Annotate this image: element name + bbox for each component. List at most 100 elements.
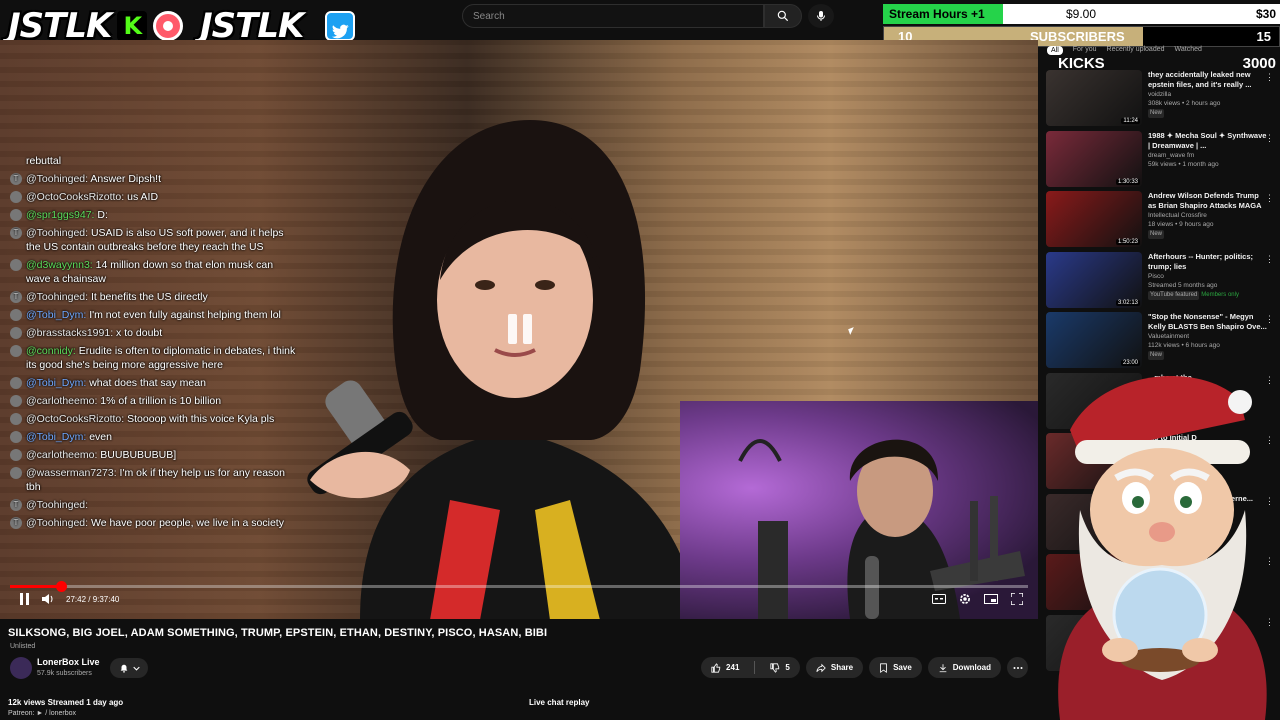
channel-name[interactable]: Valuetainment (1148, 332, 1268, 341)
video-title[interactable]: Andrew Wilson Defends Trump as Brian Sha… (1148, 191, 1268, 211)
subscribers-target: 15 (1256, 29, 1271, 44)
video-title[interactable]: Afterhours -- Hunter; politics; trump; l… (1148, 252, 1268, 272)
channel-name[interactable]: LonerBox Live (37, 657, 100, 667)
video-title[interactable]: "Stop the Nonsense" - Megyn Kelly BLASTS… (1148, 312, 1268, 332)
chat-username[interactable]: @d3wayynn3: (26, 259, 93, 271)
fullscreen-button[interactable] (1010, 592, 1024, 606)
chat-body: @OctoCooksRizotto: Stoooop with this voi… (26, 412, 274, 426)
dislike-button[interactable]: 5 (760, 657, 799, 678)
time-display: 27:42 / 9:37:40 (66, 594, 120, 604)
chat-username[interactable]: @carlotheemo: (26, 449, 97, 461)
chat-username[interactable]: @OctoCooksRizotto: (26, 413, 124, 425)
chat-message: @Tobi_Dym: I'm not even fully against he… (10, 306, 300, 324)
chat-text: us AID (127, 191, 159, 203)
video-title[interactable]: 1988 ✦ Mecha Soul ✦ Synthwave | Dreamwav… (1148, 131, 1268, 151)
chat-username[interactable]: @Tobi_Dym: (26, 309, 86, 321)
chat-body: @d3wayynn3: 14 million down so that elon… (26, 258, 300, 286)
search-icon (777, 10, 789, 22)
pause-indicator[interactable] (508, 314, 532, 344)
notification-button[interactable] (110, 658, 148, 678)
view-stats: Streamed 5 months ago (1148, 281, 1218, 289)
santa-sticker-overlay (1058, 376, 1267, 720)
more-vertical-icon[interactable]: ⋮ (1265, 314, 1274, 325)
video-info: Andrew Wilson Defends Trump as Brian Sha… (1148, 191, 1280, 252)
download-button[interactable]: Download (927, 657, 1001, 678)
video-thumbnail[interactable]: 1:50:23 (1046, 191, 1142, 247)
chat-text: Stoooop with this voice Kyla pls (127, 413, 275, 425)
volume-button[interactable] (42, 592, 56, 606)
chat-avatar: T (10, 227, 22, 239)
chat-username[interactable]: @Toohinged: (26, 517, 88, 529)
more-vertical-icon[interactable]: ⋮ (1265, 72, 1274, 83)
chat-username[interactable]: @brasstacks1991: (26, 327, 113, 339)
chat-body: @carlotheemo: 1% of a trillion is 10 bil… (26, 394, 221, 408)
search-button[interactable] (764, 4, 802, 28)
live-chat-overlay: rebuttal T @Toohinged: Answer Dipsh!t @Octo… (10, 152, 300, 532)
chip-recently-uploaded[interactable]: Recently uploaded (1107, 46, 1165, 55)
chat-username[interactable]: @OctoCooksRizotto: (26, 191, 124, 203)
save-button[interactable]: Save (869, 657, 922, 678)
live-chat-replay-header[interactable]: Live chat replay (529, 698, 1029, 707)
miniplayer-button[interactable] (984, 592, 998, 606)
video-title[interactable]: they accidentally leaked new epstein fil… (1148, 70, 1268, 90)
channel-avatar[interactable] (10, 657, 32, 679)
chat-username[interactable]: @Tobi_Dym: (26, 377, 86, 389)
chat-text: rebuttal (26, 155, 62, 167)
chat-message: @brasstacks1991: x to doubt (10, 324, 300, 342)
chat-avatar (10, 191, 22, 203)
channel-name[interactable]: Intellectual Crossfire (1148, 211, 1268, 220)
share-button[interactable]: Share (805, 657, 864, 678)
chat-avatar: T (10, 517, 22, 529)
video-badge: YouTube featured (1148, 290, 1200, 300)
chat-username[interactable]: @wasserman7273: (26, 467, 117, 479)
video-info: Afterhours -- Hunter; politics; trump; l… (1148, 252, 1280, 313)
recommended-video[interactable]: 1:50:23 Andrew Wilson Defends Trump as Br… (1046, 191, 1280, 252)
chip-watched[interactable]: Watched (1175, 46, 1202, 55)
recommended-video[interactable]: 11:24 they accidentally leaked new epstei… (1046, 70, 1280, 131)
like-button[interactable]: 241 (701, 657, 749, 678)
chat-username[interactable]: @Toohinged: (26, 173, 88, 185)
duration-badge: 11:24 (1121, 118, 1140, 124)
like-count: 241 (726, 663, 740, 672)
chat-username[interactable]: @Toohinged: (26, 227, 88, 239)
chat-body: @wasserman7273: I'm ok if they help us f… (26, 466, 300, 494)
kick-icon: K (117, 11, 148, 41)
channel-name[interactable]: dream_wave fm (1148, 151, 1268, 160)
video-thumbnail[interactable]: 3:02:13 (1046, 251, 1142, 308)
patreon-link[interactable]: Patreon: ► / lonerbox (8, 710, 518, 717)
more-vertical-icon[interactable]: ⋮ (1265, 193, 1274, 204)
video-player[interactable]: rebuttal T @Toohinged: Answer Dipsh!t @Octo… (0, 40, 1038, 619)
search-input[interactable]: Search (462, 4, 764, 28)
video-thumbnail[interactable]: 1:30:33 (1046, 130, 1142, 187)
more-vertical-icon[interactable]: ⋮ (1265, 133, 1274, 144)
chip-all[interactable]: All (1047, 46, 1063, 55)
more-vertical-icon[interactable]: ⋮ (1265, 254, 1274, 265)
chat-avatar (10, 327, 22, 339)
chat-username[interactable]: @carlotheemo: (26, 395, 97, 407)
dislike-count: 5 (785, 663, 790, 672)
chat-body: rebuttal (26, 154, 61, 168)
chat-message: T @Toohinged: (10, 496, 300, 514)
recommended-video[interactable]: 3:02:13 Afterhours -- Hunter; politics; t… (1046, 251, 1280, 313)
chat-username[interactable]: @spr1ggs947: (26, 209, 94, 221)
description-box[interactable]: 12k views Streamed 1 day ago Patreon: ► … (8, 698, 518, 720)
captions-button[interactable] (932, 592, 946, 606)
video-thumbnail[interactable]: 11:24 (1046, 70, 1142, 126)
chat-username[interactable]: @Tobi_Dym: (26, 431, 86, 443)
sidebar-filter-chips: All For you Recently uploaded Watched (1047, 46, 1202, 55)
chat-username[interactable]: @Toohinged: (26, 499, 88, 511)
recommended-video[interactable]: 1:30:33 1988 ✦ Mecha Soul ✦ Synthwave | D… (1046, 130, 1280, 192)
pause-bar-right (523, 314, 532, 344)
chip-for-you[interactable]: For you (1073, 46, 1097, 55)
channel-name[interactable]: Pisco (1148, 272, 1268, 281)
channel-name[interactable]: voidzilla (1148, 90, 1268, 99)
progress-bar[interactable] (10, 581, 1028, 592)
voice-search-button[interactable] (808, 4, 834, 28)
chat-text: x to doubt (116, 327, 163, 339)
chat-username[interactable]: @connidy: (26, 345, 76, 357)
more-actions-button[interactable] (1007, 657, 1028, 678)
chat-username[interactable]: @Toohinged: (26, 291, 88, 303)
scrubber-handle[interactable] (55, 581, 67, 592)
settings-button[interactable] (958, 592, 972, 606)
pause-button[interactable] (18, 592, 32, 606)
